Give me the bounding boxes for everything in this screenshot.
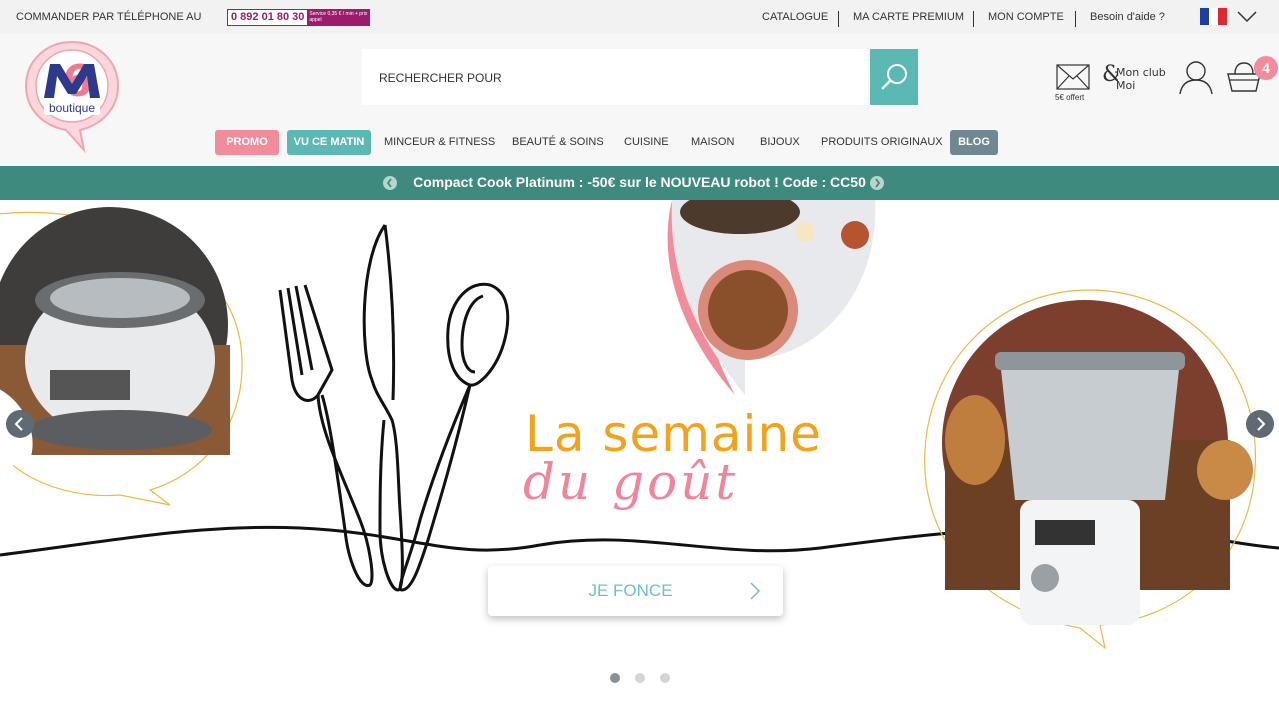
je-fonce-button[interactable]: JE FONCE [488, 566, 783, 616]
hero-slider[interactable]: La semaine du goût JE FONCE [0, 200, 1279, 703]
hero-prev-button[interactable] [6, 410, 34, 438]
phone-number-badge[interactable]: 0 892 01 80 30 Service 0,35 € / min + pr… [227, 9, 371, 26]
slider-dot-3[interactable] [660, 673, 670, 683]
slider-dot-1[interactable] [610, 673, 620, 683]
promo-banner: Compact Cook Platinum : -50€ sur le NOUV… [0, 166, 1279, 200]
mail-icon[interactable] [1056, 64, 1090, 90]
search-icon [881, 64, 907, 90]
user-icon[interactable] [1178, 60, 1214, 96]
nav-item-vu-ce-matin[interactable]: VU CE MATIN [287, 130, 371, 155]
promo-next-button[interactable] [870, 176, 884, 190]
phone-service-note: Service 0,35 € / min + prix appel [307, 10, 370, 25]
french-flag-icon[interactable] [1200, 8, 1227, 25]
phone-number: 0 892 01 80 30 [228, 10, 308, 25]
nav-item-produits-originaux[interactable]: PRODUITS ORIGINAUX [821, 130, 943, 155]
toplink-catalogue[interactable]: CATALOGUE [762, 11, 828, 23]
nav-item-cuisine[interactable]: CUISINE [624, 130, 669, 155]
toplink-mon-compte[interactable]: MON COMPTE [988, 11, 1064, 23]
chevron-down-icon[interactable] [1237, 9, 1257, 23]
promo-message[interactable]: Compact Cook Platinum : -50€ sur le NOUV… [0, 174, 1279, 190]
chevron-right-icon [1257, 417, 1266, 431]
mail-offer-label[interactable]: 5€ offert [1055, 93, 1084, 102]
nav-item-beaute-soins[interactable]: BEAUTÉ & SOINS [512, 130, 604, 155]
divider [973, 11, 974, 27]
hero-subtitle: du goût [523, 453, 739, 511]
nav-item-blog[interactable]: BLOG [950, 130, 998, 155]
club-label[interactable]: Mon club Moi [1116, 66, 1166, 92]
top-bar: COMMANDER PAR TÉLÉPHONE AU 0 892 01 80 3… [0, 0, 1279, 34]
chevron-left-icon [14, 417, 23, 431]
club-label-line1: Mon club [1116, 66, 1166, 79]
divider [838, 11, 839, 27]
chevron-right-icon [750, 582, 761, 600]
je-fonce-label: JE FONCE [588, 581, 673, 600]
cutlery-illustration [278, 224, 510, 592]
robot-image-bubble [924, 289, 1256, 650]
toplink-aide[interactable]: Besoin d'aide ? [1090, 11, 1165, 23]
food-image-bubble [667, 200, 876, 395]
phone-label: COMMANDER PAR TÉLÉPHONE AU [16, 11, 202, 23]
cooker-image-bubble [0, 207, 243, 506]
nav-item-maison[interactable]: MAISON [691, 130, 734, 155]
chevron-right-icon [875, 178, 881, 188]
m6-boutique-logo[interactable]: 6 boutique [22, 38, 122, 153]
hero-next-button[interactable] [1246, 410, 1274, 438]
search-field[interactable]: RECHERCHER POUR [362, 49, 868, 105]
club-label-line2: Moi [1116, 79, 1136, 92]
cart-count-badge[interactable]: 4 [1254, 56, 1278, 80]
nav-item-promo[interactable]: PROMO [215, 130, 279, 155]
search-button[interactable] [870, 49, 918, 105]
logo-text: boutique [49, 101, 95, 115]
nav-item-bijoux[interactable]: BIJOUX [760, 130, 800, 155]
slider-dot-2[interactable] [635, 673, 645, 683]
nav-item-minceur-fitness[interactable]: MINCEUR & FITNESS [384, 130, 495, 155]
search-input[interactable]: RECHERCHER POUR [379, 71, 502, 85]
divider [1075, 11, 1076, 27]
toplink-carte-premium[interactable]: MA CARTE PREMIUM [853, 11, 964, 23]
